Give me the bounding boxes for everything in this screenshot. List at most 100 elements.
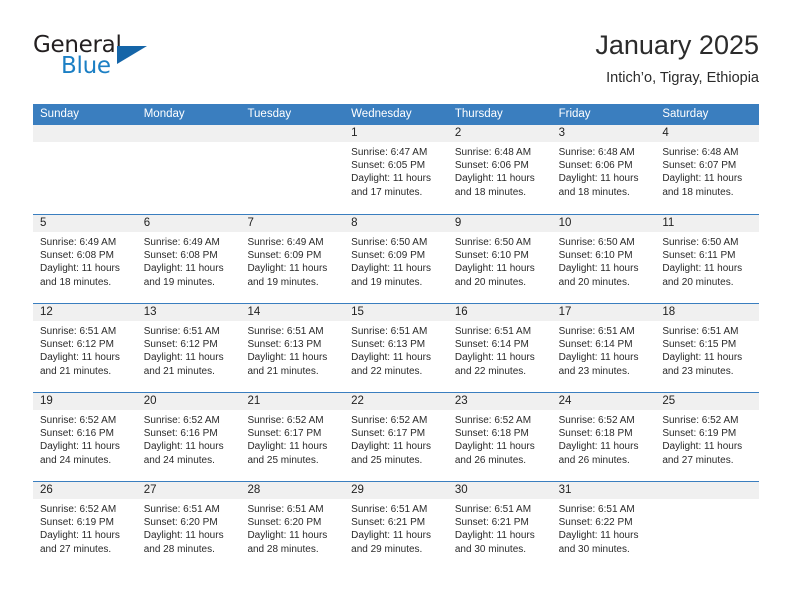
day-cell[interactable]: 15 Sunrise: 6:51 AM Sunset: 6:13 PM Dayl…	[344, 304, 448, 392]
day-number: 21	[240, 393, 345, 410]
week-row: 1 Sunrise: 6:47 AM Sunset: 6:05 PM Dayli…	[33, 125, 760, 214]
day-cell[interactable]: 27 Sunrise: 6:51 AM Sunset: 6:20 PM Dayl…	[136, 482, 241, 570]
daylight-text-line2: and 25 minutes.	[247, 454, 319, 466]
day-cell[interactable]: 21 Sunrise: 6:52 AM Sunset: 6:17 PM Dayl…	[240, 393, 345, 481]
day-cell[interactable]: 12 Sunrise: 6:51 AM Sunset: 6:12 PM Dayl…	[33, 304, 137, 392]
daylight-text-line1: Daylight: 11 hours	[143, 530, 224, 542]
sunrise-text: Sunrise: 6:52 AM	[662, 415, 739, 426]
week-row: 12 Sunrise: 6:51 AM Sunset: 6:12 PM Dayl…	[33, 303, 760, 392]
sunset-text: Sunset: 6:17 PM	[351, 428, 426, 440]
day-details: Sunrise: 6:51 AM Sunset: 6:15 PM Dayligh…	[655, 321, 759, 378]
day-number	[655, 482, 760, 499]
day-cell[interactable]: 14 Sunrise: 6:51 AM Sunset: 6:13 PM Dayl…	[240, 304, 345, 392]
day-cell[interactable]	[136, 125, 241, 214]
daylight-text-line1: Daylight: 11 hours	[558, 441, 639, 453]
day-details: Sunrise: 6:52 AM Sunset: 6:18 PM Dayligh…	[552, 410, 656, 467]
sunset-text: Sunset: 6:05 PM	[351, 160, 426, 172]
daylight-text-line2: and 17 minutes.	[351, 186, 423, 198]
sunset-text: Sunset: 6:16 PM	[40, 428, 114, 440]
day-cell[interactable]: 8 Sunrise: 6:50 AM Sunset: 6:09 PM Dayli…	[344, 215, 448, 303]
day-details: Sunrise: 6:52 AM Sunset: 6:18 PM Dayligh…	[448, 410, 552, 467]
day-cell[interactable]: 25 Sunrise: 6:52 AM Sunset: 6:19 PM Dayl…	[655, 393, 760, 481]
daylight-text-line2: and 18 minutes.	[40, 276, 112, 288]
day-cell[interactable]	[240, 125, 345, 214]
day-cell[interactable]: 26 Sunrise: 6:52 AM Sunset: 6:19 PM Dayl…	[33, 482, 137, 570]
daylight-text-line1: Daylight: 11 hours	[454, 263, 535, 275]
daylight-text-line2: and 18 minutes.	[662, 186, 734, 198]
day-cell[interactable]: 13 Sunrise: 6:51 AM Sunset: 6:12 PM Dayl…	[136, 304, 241, 392]
sunrise-text: Sunrise: 6:52 AM	[351, 415, 428, 426]
day-cell[interactable]: 7 Sunrise: 6:49 AM Sunset: 6:09 PM Dayli…	[240, 215, 345, 303]
day-cell[interactable]: 24 Sunrise: 6:52 AM Sunset: 6:18 PM Dayl…	[551, 393, 656, 481]
day-number: 30	[447, 482, 552, 499]
day-details: Sunrise: 6:51 AM Sunset: 6:12 PM Dayligh…	[33, 321, 137, 378]
sunset-text: Sunset: 6:12 PM	[143, 339, 218, 351]
day-details: Sunrise: 6:47 AM Sunset: 6:05 PM Dayligh…	[344, 142, 448, 199]
sunrise-text: Sunrise: 6:52 AM	[454, 415, 532, 426]
week-row: 5 Sunrise: 6:49 AM Sunset: 6:08 PM Dayli…	[33, 214, 760, 303]
day-cell[interactable]: 22 Sunrise: 6:52 AM Sunset: 6:17 PM Dayl…	[344, 393, 448, 481]
daylight-text-line1: Daylight: 11 hours	[143, 352, 224, 364]
daylight-text-line1: Daylight: 11 hours	[247, 352, 328, 364]
day-number: 1	[344, 125, 448, 142]
day-details: Sunrise: 6:52 AM Sunset: 6:17 PM Dayligh…	[240, 410, 344, 467]
day-cell[interactable]: 18 Sunrise: 6:51 AM Sunset: 6:15 PM Dayl…	[655, 304, 760, 392]
day-number: 29	[344, 482, 448, 499]
day-cell[interactable]: 29 Sunrise: 6:51 AM Sunset: 6:21 PM Dayl…	[344, 482, 448, 570]
page-header: General Blue January 2025 Intich’o, Tigr…	[33, 28, 759, 98]
day-cell[interactable]: 6 Sunrise: 6:49 AM Sunset: 6:08 PM Dayli…	[136, 215, 241, 303]
sunrise-text: Sunrise: 6:51 AM	[351, 326, 428, 337]
day-number: 6	[136, 215, 241, 232]
day-cell[interactable]: 5 Sunrise: 6:49 AM Sunset: 6:08 PM Dayli…	[33, 215, 137, 303]
day-cell[interactable]: 28 Sunrise: 6:51 AM Sunset: 6:20 PM Dayl…	[240, 482, 345, 570]
day-cell[interactable]: 3 Sunrise: 6:48 AM Sunset: 6:06 PM Dayli…	[551, 125, 656, 214]
sunrise-text: Sunrise: 6:51 AM	[558, 504, 635, 515]
sunrise-text: Sunrise: 6:48 AM	[454, 147, 532, 158]
day-number: 3	[551, 125, 656, 142]
day-cell[interactable]: 2 Sunrise: 6:48 AM Sunset: 6:06 PM Dayli…	[447, 125, 552, 214]
sunset-text: Sunset: 6:19 PM	[662, 428, 737, 440]
day-cell[interactable]: 1 Sunrise: 6:47 AM Sunset: 6:05 PM Dayli…	[344, 125, 448, 214]
day-cell[interactable]: 30 Sunrise: 6:51 AM Sunset: 6:21 PM Dayl…	[447, 482, 552, 570]
day-cell[interactable]: 20 Sunrise: 6:52 AM Sunset: 6:16 PM Dayl…	[136, 393, 241, 481]
day-cell[interactable]: 10 Sunrise: 6:50 AM Sunset: 6:10 PM Dayl…	[551, 215, 656, 303]
sunset-text: Sunset: 6:17 PM	[247, 428, 322, 440]
daylight-text-line2: and 30 minutes.	[454, 543, 527, 555]
daylight-text-line1: Daylight: 11 hours	[351, 352, 432, 364]
day-cell[interactable]: 16 Sunrise: 6:51 AM Sunset: 6:14 PM Dayl…	[447, 304, 552, 392]
sunset-text: Sunset: 6:14 PM	[558, 339, 633, 351]
daylight-text-line1: Daylight: 11 hours	[558, 352, 639, 364]
sunset-text: Sunset: 6:22 PM	[558, 517, 633, 529]
sunset-text: Sunset: 6:10 PM	[558, 250, 633, 262]
weekday-header-row: Sunday Monday Tuesday Wednesday Thursday…	[33, 104, 759, 125]
brand-logo[interactable]: General Blue	[33, 32, 163, 88]
day-cell[interactable]: 17 Sunrise: 6:51 AM Sunset: 6:14 PM Dayl…	[551, 304, 656, 392]
day-details: Sunrise: 6:51 AM Sunset: 6:13 PM Dayligh…	[344, 321, 448, 378]
day-cell[interactable]: 23 Sunrise: 6:52 AM Sunset: 6:18 PM Dayl…	[447, 393, 552, 481]
day-number: 10	[551, 215, 656, 232]
sunrise-text: Sunrise: 6:49 AM	[247, 237, 324, 248]
sunrise-text: Sunrise: 6:52 AM	[40, 415, 117, 426]
sunset-text: Sunset: 6:16 PM	[143, 428, 218, 440]
day-details: Sunrise: 6:49 AM Sunset: 6:08 PM Dayligh…	[33, 232, 137, 289]
day-cell[interactable]: 31 Sunrise: 6:51 AM Sunset: 6:22 PM Dayl…	[551, 482, 656, 570]
day-number: 13	[136, 304, 241, 321]
day-cell[interactable]	[33, 125, 137, 214]
week-row: 26 Sunrise: 6:52 AM Sunset: 6:19 PM Dayl…	[33, 481, 760, 570]
brand-name-blue: Blue	[61, 53, 111, 79]
weekday-header-tuesday: Tuesday	[247, 108, 292, 120]
sunrise-text: Sunrise: 6:51 AM	[454, 326, 532, 337]
daylight-text-line2: and 23 minutes.	[558, 365, 630, 377]
day-cell[interactable]	[655, 482, 760, 570]
day-cell[interactable]: 4 Sunrise: 6:48 AM Sunset: 6:07 PM Dayli…	[655, 125, 760, 214]
day-details: Sunrise: 6:52 AM Sunset: 6:16 PM Dayligh…	[137, 410, 241, 467]
calendar-page: General Blue January 2025 Intich’o, Tigr…	[0, 0, 792, 612]
day-number: 25	[655, 393, 760, 410]
day-cell[interactable]: 9 Sunrise: 6:50 AM Sunset: 6:10 PM Dayli…	[447, 215, 552, 303]
day-cell[interactable]: 11 Sunrise: 6:50 AM Sunset: 6:11 PM Dayl…	[655, 215, 760, 303]
weekday-header-thursday: Thursday	[454, 108, 503, 120]
day-details: Sunrise: 6:52 AM Sunset: 6:19 PM Dayligh…	[655, 410, 759, 467]
daylight-text-line1: Daylight: 11 hours	[454, 352, 535, 364]
day-cell[interactable]: 19 Sunrise: 6:52 AM Sunset: 6:16 PM Dayl…	[33, 393, 137, 481]
day-number	[240, 125, 345, 142]
